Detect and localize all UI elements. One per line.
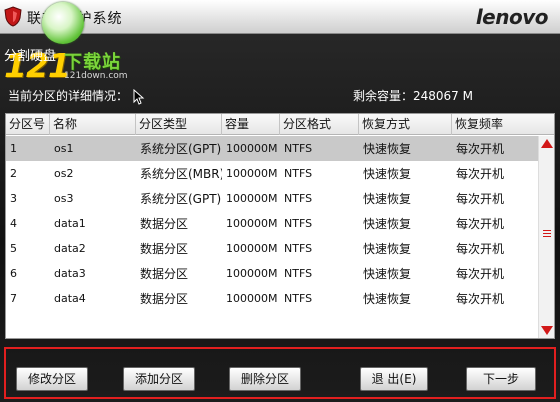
table-row[interactable]: 5 data2 数据分区 100000M NTFS 快速恢复 每次开机: [6, 236, 538, 261]
title-bar: 联想 保护系统 lenovo: [0, 0, 560, 34]
table-cell: 100000M: [226, 292, 278, 305]
table-cell: 快速恢复: [363, 192, 412, 206]
shield-icon: [4, 6, 22, 27]
table-cell: 4: [10, 217, 17, 230]
action-button-bar: 修改分区 添加分区 删除分区 退 出(E) 下一步: [4, 347, 556, 399]
table-cell: 系统分区(GPT): [140, 192, 222, 206]
table-cell: 每次开机: [456, 242, 505, 256]
table-cell: 3: [10, 192, 17, 205]
table-cell: 5: [10, 242, 17, 255]
modify-partition-button[interactable]: 修改分区: [16, 367, 88, 391]
column-header[interactable]: 恢复频率: [452, 114, 550, 135]
add-partition-button[interactable]: 添加分区: [123, 367, 195, 391]
column-header[interactable]: 分区类型: [136, 114, 222, 135]
table-cell: 100000M: [226, 267, 278, 280]
column-header[interactable]: 恢复方式: [359, 114, 452, 135]
table-cell: 6: [10, 267, 17, 280]
table-cell: 100000M: [226, 192, 278, 205]
table-cell: 系统分区(GPT): [140, 142, 222, 156]
lenovo-protection-window: 联想 保护系统 lenovo 121 下载站 121down.com 分割硬盘 …: [0, 0, 560, 402]
table-cell: 100000M: [226, 142, 278, 155]
table-cell: 1: [10, 142, 17, 155]
column-header[interactable]: 分区格式: [280, 114, 359, 135]
table-cell: NTFS: [284, 217, 313, 230]
table-cell: 2: [10, 167, 17, 180]
table-cell: 100000M: [226, 242, 278, 255]
table-cell: 每次开机: [456, 217, 505, 231]
exit-button[interactable]: 退 出(E): [360, 367, 428, 391]
table-cell: 每次开机: [456, 167, 505, 181]
column-header[interactable]: 容量: [222, 114, 280, 135]
table-cell: 快速恢复: [363, 267, 412, 281]
table-header: 分区号 名称 分区类型 容量 分区格式 恢复方式 恢复频率: [6, 114, 554, 135]
table-cell: 系统分区(MBR): [140, 167, 222, 181]
table-cell: NTFS: [284, 167, 313, 180]
table-cell: 数据分区: [140, 242, 189, 256]
table-cell: 每次开机: [456, 142, 505, 156]
partition-table: 分区号 名称 分区类型 容量 分区格式 恢复方式 恢复频率 1 os1 系统分区(G…: [5, 113, 555, 339]
mouse-cursor-icon: [133, 89, 145, 105]
delete-partition-button[interactable]: 删除分区: [229, 367, 301, 391]
table-cell: data2: [54, 242, 86, 255]
table-scrollbar[interactable]: [538, 136, 554, 338]
table-row[interactable]: 7 data4 数据分区 100000M NTFS 快速恢复 每次开机: [6, 286, 538, 311]
table-row[interactable]: 3 os3 系统分区(GPT) 100000M NTFS 快速恢复 每次开机: [6, 186, 538, 211]
next-button[interactable]: 下一步: [466, 367, 536, 391]
partition-detail-label: 当前分区的详细情况：: [8, 89, 129, 103]
table-cell: NTFS: [284, 267, 313, 280]
table-cell: os3: [54, 192, 74, 205]
scroll-thumb[interactable]: [543, 230, 551, 239]
table-cell: 数据分区: [140, 292, 189, 306]
table-cell: 每次开机: [456, 267, 505, 281]
table-cell: 数据分区: [140, 217, 189, 231]
table-cell: 数据分区: [140, 267, 189, 281]
lenovo-logo: lenovo: [475, 5, 549, 29]
table-cell: 每次开机: [456, 192, 505, 206]
table-cell: 快速恢复: [363, 142, 412, 156]
table-cell: os2: [54, 167, 74, 180]
table-row[interactable]: 4 data1 数据分区 100000M NTFS 快速恢复 每次开机: [6, 211, 538, 236]
table-cell: data3: [54, 267, 86, 280]
table-cell: NTFS: [284, 242, 313, 255]
table-cell: os1: [54, 142, 74, 155]
table-row[interactable]: 2 os2 系统分区(MBR) 100000M NTFS 快速恢复 每次开机: [6, 161, 538, 186]
column-header[interactable]: 分区号: [6, 114, 50, 135]
table-cell: data1: [54, 217, 86, 230]
table-cell: 快速恢复: [363, 292, 412, 306]
table-cell: 100000M: [226, 217, 278, 230]
table-body: 1 os1 系统分区(GPT) 100000M NTFS 快速恢复 每次开机 2 os2 系统分区…: [6, 136, 538, 311]
column-header[interactable]: 名称: [50, 114, 136, 135]
table-cell: 快速恢复: [363, 242, 412, 256]
scroll-down-arrow-icon[interactable]: [541, 326, 553, 335]
table-cell: 100000M: [226, 167, 278, 180]
table-row[interactable]: 6 data3 数据分区 100000M NTFS 快速恢复 每次开机: [6, 261, 538, 286]
table-cell: NTFS: [284, 292, 313, 305]
table-row[interactable]: 1 os1 系统分区(GPT) 100000M NTFS 快速恢复 每次开机: [6, 136, 538, 161]
scroll-up-arrow-icon[interactable]: [541, 139, 553, 148]
watermark-url: 121down.com: [64, 71, 128, 81]
table-cell: 每次开机: [456, 292, 505, 306]
watermark-logo-icon: [42, 2, 84, 44]
table-cell: 7: [10, 292, 17, 305]
section-title: 分割硬盘: [4, 49, 57, 64]
table-cell: NTFS: [284, 192, 313, 205]
table-cell: data4: [54, 292, 86, 305]
table-cell: 快速恢复: [363, 167, 412, 181]
table-cell: 快速恢复: [363, 217, 412, 231]
free-space-label: 剩余容量：248067 M: [353, 89, 473, 103]
table-cell: NTFS: [284, 142, 313, 155]
